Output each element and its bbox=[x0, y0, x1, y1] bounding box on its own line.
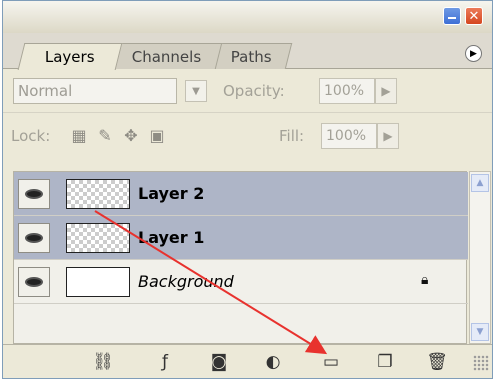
link-layers-icon[interactable]: ⛓ bbox=[91, 350, 115, 374]
layer-name: Background bbox=[138, 272, 234, 291]
resize-grip-icon[interactable] bbox=[473, 355, 489, 371]
tab-channels[interactable]: Channels bbox=[111, 43, 223, 69]
layers-bottom-toolbar: ⛓ ƒ ◙ ◐ ▭ ❐ 🗑︎ bbox=[3, 344, 492, 378]
layer-row-layer-2[interactable]: Layer 2 bbox=[14, 172, 468, 216]
visibility-eye-icon[interactable] bbox=[18, 267, 50, 297]
fill-arrow-icon[interactable]: ▶ bbox=[377, 123, 399, 149]
new-group-icon[interactable]: ▭ bbox=[319, 350, 343, 374]
tab-channels-label: Channels bbox=[132, 48, 202, 66]
scroll-down-icon[interactable]: ▼ bbox=[471, 323, 489, 341]
layer-thumbnail bbox=[66, 179, 130, 209]
layer-lock-icon: 🔒︎ bbox=[421, 272, 429, 288]
blend-row: Normal ▼ Opacity: 100% ▶ bbox=[3, 69, 492, 113]
fill-field[interactable]: 100% bbox=[321, 123, 377, 149]
layer-thumbnail bbox=[66, 267, 130, 297]
tab-paths-label: Paths bbox=[230, 48, 272, 66]
adjustment-layer-icon[interactable]: ◐ bbox=[261, 350, 285, 374]
layer-row-background[interactable]: Background 🔒︎ bbox=[14, 260, 468, 304]
layers-panel: ✕ Paths Channels Layers ▶ Normal ▼ Opaci… bbox=[2, 0, 493, 379]
lock-image-brush-icon[interactable]: ✎ bbox=[95, 125, 115, 145]
visibility-eye-icon[interactable] bbox=[18, 179, 50, 209]
blend-mode-select[interactable]: Normal bbox=[13, 78, 177, 104]
lock-row: Lock: ▦ ✎ ✥ ▣ Fill: 100% ▶ bbox=[3, 113, 492, 171]
layers-list: Layer 2 Layer 1 Background 🔒︎ bbox=[13, 171, 468, 344]
minimize-icon[interactable] bbox=[443, 7, 461, 25]
lock-all-icon[interactable]: ▣ bbox=[147, 125, 167, 145]
fill-label: Fill: bbox=[279, 127, 305, 145]
tab-layers-label: Layers bbox=[45, 48, 95, 66]
title-bar: ✕ bbox=[3, 1, 492, 33]
tab-row: Paths Channels Layers ▶ bbox=[3, 33, 492, 70]
lock-label: Lock: bbox=[11, 127, 51, 145]
layer-name: Layer 2 bbox=[138, 184, 205, 203]
visibility-eye-icon[interactable] bbox=[18, 223, 50, 253]
tab-layers[interactable]: Layers bbox=[17, 43, 123, 70]
opacity-field[interactable]: 100% bbox=[319, 78, 375, 104]
opacity-label: Opacity: bbox=[223, 82, 285, 100]
layers-scrollbar[interactable]: ▲ ▼ bbox=[469, 171, 491, 344]
lock-position-move-icon[interactable]: ✥ bbox=[121, 125, 141, 145]
blend-dropdown-chevron-icon[interactable]: ▼ bbox=[185, 80, 207, 102]
layer-name: Layer 1 bbox=[138, 228, 205, 247]
panel-menu-icon[interactable]: ▶ bbox=[465, 45, 482, 62]
tab-paths[interactable]: Paths bbox=[209, 43, 293, 69]
new-layer-icon[interactable]: ❐ bbox=[373, 350, 397, 374]
layer-row-layer-1[interactable]: Layer 1 bbox=[14, 216, 468, 260]
lock-transparency-icon[interactable]: ▦ bbox=[69, 125, 89, 145]
opacity-arrow-icon[interactable]: ▶ bbox=[375, 78, 397, 104]
delete-layer-icon[interactable]: 🗑︎ bbox=[425, 350, 449, 374]
layer-mask-icon[interactable]: ◙ bbox=[207, 350, 231, 374]
close-icon[interactable]: ✕ bbox=[465, 7, 483, 25]
layer-style-icon[interactable]: ƒ bbox=[153, 350, 177, 374]
scroll-up-icon[interactable]: ▲ bbox=[471, 174, 489, 192]
layer-thumbnail bbox=[66, 223, 130, 253]
